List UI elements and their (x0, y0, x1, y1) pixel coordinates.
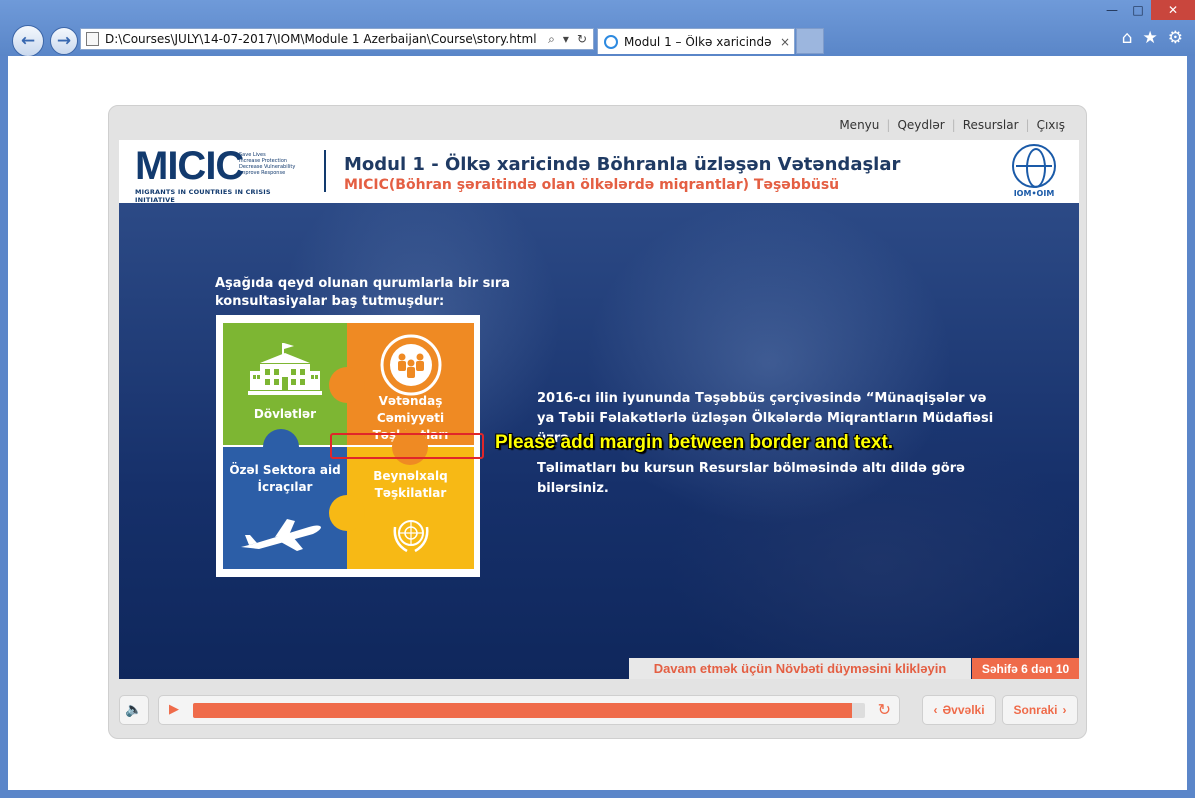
course-player: Menyu | Qeydlər | Resurslar | Çıxış MICI… (108, 105, 1087, 739)
micic-logo-subtitle: MIGRANTS IN COUNTRIES IN CRISIS INITIATI… (135, 188, 271, 204)
address-url[interactable]: D:\Courses\JULY\14-07-2017\IOM\Module 1 … (105, 32, 548, 46)
home-icon[interactable]: ⌂ (1122, 28, 1133, 48)
tab-title: Modul 1 – Ölkə xaricində B... (624, 34, 776, 49)
page-counter: Səhifə 6 dən 10 (972, 658, 1079, 679)
puzzle-piece-private-sector: Özəl Sektora aid İcraçılar (223, 447, 347, 569)
logo-tagline: Improve Response (239, 170, 286, 176)
page-viewport: Menyu | Qeydlər | Resurslar | Çıxış MICI… (8, 56, 1187, 790)
nav-resources[interactable]: Resurslar (956, 118, 1026, 132)
page-icon (86, 32, 99, 46)
address-bar[interactable]: D:\Courses\JULY\14-07-2017\IOM\Module 1 … (80, 28, 594, 50)
slide-intro-text: Aşağıda qeyd olunan qurumlarla bir sıra … (215, 276, 511, 309)
puzzle-piece-civil-society: Vətəndaş Cəmiyyəti Təşkilatları (347, 323, 474, 445)
puzzle-label-civil-society-2: Cəmiyyəti (376, 411, 445, 425)
speaker-icon: 🔈 (125, 702, 143, 718)
puzzle-knob (329, 495, 365, 531)
close-window-button[interactable]: ✕ (1151, 0, 1195, 20)
slide-area: Aşağıda qeyd olunan qurumlarla bir sıra … (119, 203, 1079, 679)
iom-globe-icon (1012, 144, 1056, 188)
seekbar-container: ▶ ↻ (158, 695, 900, 725)
chevron-right-icon: › (1062, 703, 1067, 717)
puzzle-knob (263, 429, 299, 465)
command-icons: ⌂ ★ ⚙ (1122, 28, 1183, 48)
nav-menu[interactable]: Menyu (832, 118, 886, 132)
nav-notes[interactable]: Qeydlər (890, 118, 951, 132)
dropdown-icon[interactable]: ▾ (563, 32, 569, 47)
chevron-left-icon: ‹ (933, 703, 938, 717)
review-annotation-box (330, 433, 484, 459)
iom-logo: IOM•OIM (1007, 144, 1061, 200)
header-divider (324, 150, 326, 192)
puzzle-label-governments: Dövlətlər (253, 407, 317, 421)
puzzle-knob (329, 367, 365, 403)
module-subtitle: MICIC(Böhran şəraitində olan ölkələrdə m… (344, 177, 840, 193)
puzzle-label-civil-society-1: Vətəndaş (378, 394, 443, 408)
nav-exit[interactable]: Çıxış (1030, 118, 1072, 132)
forward-button[interactable]: → (50, 27, 78, 55)
progress-fill (193, 703, 852, 718)
continue-hint: Davam etmək üçün Növbəti düyməsini klikl… (629, 658, 971, 679)
forward-arrow-icon: → (56, 31, 72, 51)
un-emblem-icon (393, 520, 429, 553)
settings-gear-icon[interactable]: ⚙ (1168, 28, 1183, 48)
next-button[interactable]: Sonraki › (1002, 695, 1078, 725)
micic-logo-taglines: Save Lives Increase Protection Decrease … (239, 152, 295, 176)
puzzle-piece-international-organisations: Beynəlxalq Təşkilatlar (347, 447, 474, 569)
next-label: Sonraki (1013, 703, 1058, 717)
browser-chrome: ← → D:\Courses\JULY\14-07-2017\IOM\Modul… (0, 0, 1195, 57)
progress-track[interactable] (193, 703, 865, 718)
airplane-icon (241, 519, 321, 551)
favorites-star-icon[interactable]: ★ (1143, 28, 1158, 48)
maximize-button[interactable]: □ (1125, 0, 1151, 20)
body-paragraph-2: Təlimatları bu kursun Resurslar bölməsin… (537, 461, 965, 496)
play-button[interactable]: ▶ (169, 702, 179, 717)
puzzle-label-private-sector-2: İcraçılar (257, 480, 313, 494)
back-arrow-icon: ← (20, 31, 36, 51)
refresh-icon[interactable]: ↻ (577, 32, 587, 47)
previous-label: Əvvəlki (942, 703, 985, 717)
new-tab-button[interactable] (796, 28, 824, 54)
minimize-button[interactable]: — (1099, 0, 1125, 20)
tab-close-icon[interactable]: × (776, 35, 794, 49)
previous-button[interactable]: ‹ Əvvəlki (922, 695, 996, 725)
course-header: MICIC Save Lives Increase Protection Dec… (119, 140, 1079, 204)
iom-logo-label: IOM•OIM (1013, 189, 1055, 198)
micic-logo: MICIC Save Lives Increase Protection Dec… (135, 146, 305, 204)
window-controls: — □ ✕ (1099, 0, 1195, 20)
back-button[interactable]: ← (12, 25, 44, 57)
review-annotation-text: Please add margin between border and tex… (495, 432, 894, 453)
ie-icon (604, 34, 618, 49)
replay-icon[interactable]: ↻ (878, 700, 891, 719)
puzzle-label-international-2: Təşkilatlar (374, 486, 447, 500)
browser-tab[interactable]: Modul 1 – Ölkə xaricində B... × (597, 28, 795, 54)
search-icon[interactable]: ⌕ (548, 32, 555, 47)
puzzle-label-international-1: Beynəlxalq (373, 469, 448, 483)
module-title: Modul 1 - Ölkə xaricində Böhranla üzləşə… (344, 154, 901, 175)
community-people-icon (380, 334, 442, 396)
player-top-nav: Menyu | Qeydlər | Resurslar | Çıxış (832, 118, 1072, 132)
volume-button[interactable]: 🔈 (119, 695, 149, 725)
government-building-icon (248, 343, 322, 395)
